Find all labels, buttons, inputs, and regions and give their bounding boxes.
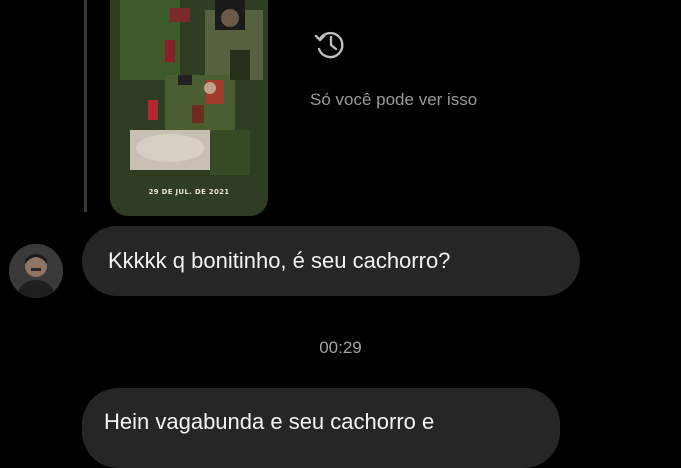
message-timestamp: 00:29	[319, 338, 362, 357]
story-date-label: 29 DE JUL. DE 2021	[148, 188, 230, 196]
history-icon	[314, 31, 344, 59]
story-thumbnail[interactable]: 29 DE JUL. DE 2021	[110, 0, 268, 216]
story-expired-notice: Só você pode ver isso	[310, 90, 478, 109]
message-bubble[interactable]: Kkkkk q bonitinho, é seu cachorro?	[82, 226, 580, 296]
message-text: Kkkkk q bonitinho, é seu cachorro?	[108, 248, 451, 273]
message-text: Hein vagabunda e seu cachorro e	[104, 409, 435, 434]
message-bubble[interactable]: Hein vagabunda e seu cachorro e	[82, 388, 560, 468]
avatar-photo-icon	[9, 244, 63, 298]
story-photo-collage	[110, 0, 268, 216]
story-reply-line	[84, 0, 87, 212]
user-avatar[interactable]	[9, 244, 63, 298]
